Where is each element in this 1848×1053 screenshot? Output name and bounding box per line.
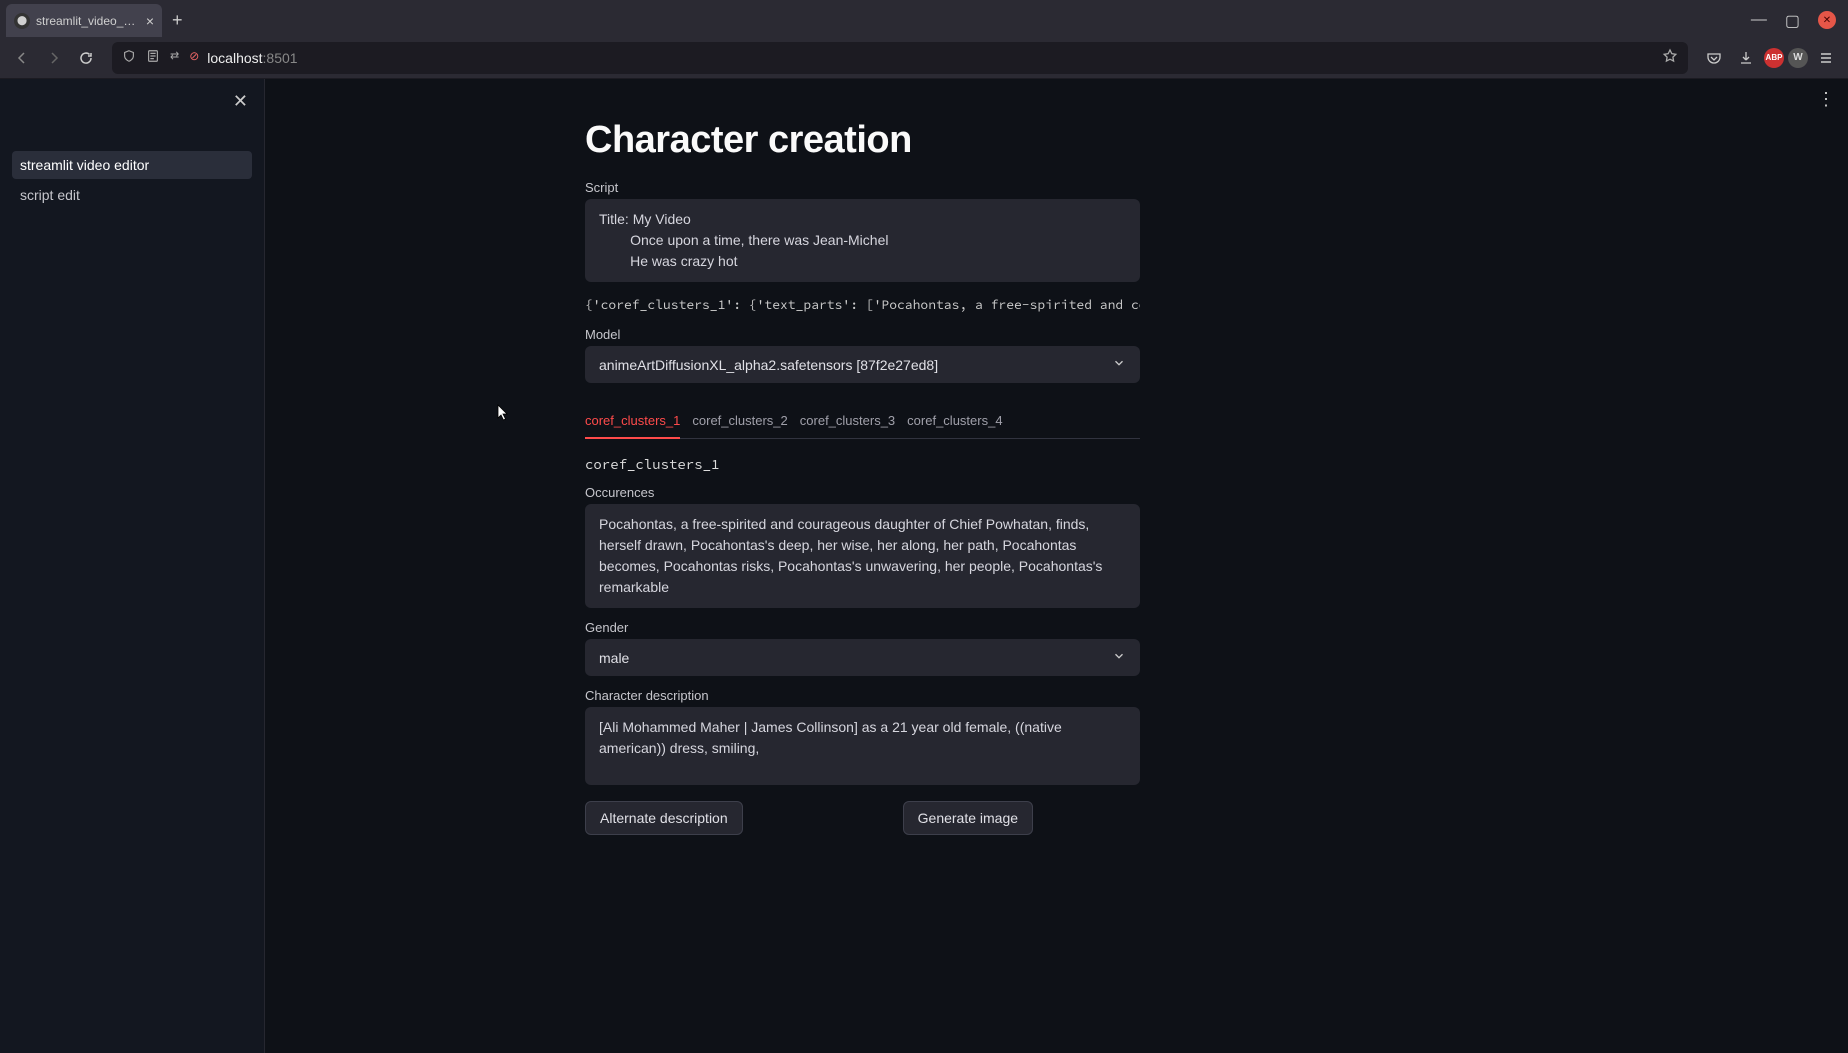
new-tab-button[interactable]: + xyxy=(172,10,183,31)
main-content: ⋮ Character creation Script Title: My Vi… xyxy=(265,79,1848,1053)
forward-button[interactable] xyxy=(40,44,68,72)
app-menu-icon[interactable]: ⋮ xyxy=(1817,89,1834,110)
sidebar-item-label: script edit xyxy=(20,187,80,203)
abp-extension-icon[interactable]: ABP xyxy=(1764,48,1784,68)
hamburger-menu-icon[interactable] xyxy=(1812,44,1840,72)
window-maximize-icon[interactable]: ▢ xyxy=(1785,11,1800,31)
occurences-label: Occurences xyxy=(585,485,1140,500)
model-select[interactable]: animeArtDiffusionXL_alpha2.safetensors [… xyxy=(585,346,1140,383)
script-label: Script xyxy=(585,180,1140,195)
window-controls: — ▢ ✕ xyxy=(1739,11,1848,37)
debug-output: {'coref_clusters_1': {'text_parts': ['Po… xyxy=(585,296,1140,313)
sidebar-item-video-editor[interactable]: streamlit video editor xyxy=(12,151,252,179)
gender-value: male xyxy=(599,650,629,666)
character-description-label: Character description xyxy=(585,688,1140,703)
bookmark-icon[interactable] xyxy=(1662,48,1678,67)
script-input[interactable]: Title: My Video Once upon a time, there … xyxy=(585,199,1140,282)
generate-image-button[interactable]: Generate image xyxy=(903,801,1033,835)
sidebar-close-icon[interactable]: ✕ xyxy=(233,91,248,112)
gender-label: Gender xyxy=(585,620,1140,635)
tab-coref-3[interactable]: coref_clusters_3 xyxy=(800,405,895,438)
window-close-icon[interactable]: ✕ xyxy=(1818,11,1836,29)
sidebar-item-script-edit[interactable]: script edit xyxy=(12,181,252,209)
tab-favicon: ⬤ xyxy=(14,13,30,29)
page-title: Character creation xyxy=(585,119,1140,162)
chevron-down-icon xyxy=(1112,356,1126,373)
browser-tab[interactable]: ⬤ streamlit_video_editor × xyxy=(6,4,162,37)
window-minimize-icon[interactable]: — xyxy=(1751,11,1767,31)
alternate-description-button[interactable]: Alternate description xyxy=(585,801,743,835)
w-extension-icon[interactable]: W xyxy=(1788,48,1808,68)
tab-coref-4[interactable]: coref_clusters_4 xyxy=(907,405,1002,438)
tab-close-icon[interactable]: × xyxy=(146,13,154,29)
url-text: localhost:8501 xyxy=(207,50,297,66)
mouse-cursor xyxy=(497,404,509,422)
character-description-input[interactable]: [Ali Mohammed Maher | James Collinson] a… xyxy=(585,707,1140,785)
downloads-icon[interactable] xyxy=(1732,44,1760,72)
browser-toolbar: ⇄ ⊘ localhost:8501 ABP W xyxy=(0,37,1848,79)
tab-title: streamlit_video_editor xyxy=(36,14,140,28)
extension-icon[interactable]: ⇄ xyxy=(170,49,179,66)
sidebar-item-label: streamlit video editor xyxy=(20,157,149,173)
block-icon[interactable]: ⊘ xyxy=(189,49,199,66)
browser-tab-strip: ⬤ streamlit_video_editor × + — ▢ ✕ xyxy=(0,0,1848,37)
tab-coref-2[interactable]: coref_clusters_2 xyxy=(692,405,787,438)
cluster-heading: coref_clusters_1 xyxy=(585,455,1140,473)
pocket-icon[interactable] xyxy=(1700,44,1728,72)
model-label: Model xyxy=(585,327,1140,342)
page-info-icon[interactable] xyxy=(146,49,160,66)
cluster-tabs: coref_clusters_1 coref_clusters_2 coref_… xyxy=(585,405,1140,439)
tab-coref-1[interactable]: coref_clusters_1 xyxy=(585,405,680,438)
occurences-input[interactable]: Pocahontas, a free-spirited and courageo… xyxy=(585,504,1140,608)
chevron-down-icon xyxy=(1112,649,1126,666)
model-value: animeArtDiffusionXL_alpha2.safetensors [… xyxy=(599,357,938,373)
shield-icon[interactable] xyxy=(122,49,136,66)
reload-button[interactable] xyxy=(72,44,100,72)
sidebar-nav: streamlit video editor script edit xyxy=(0,79,264,209)
back-button[interactable] xyxy=(8,44,36,72)
sidebar: ✕ streamlit video editor script edit xyxy=(0,79,265,1053)
url-bar[interactable]: ⇄ ⊘ localhost:8501 xyxy=(112,42,1688,74)
gender-select[interactable]: male xyxy=(585,639,1140,676)
